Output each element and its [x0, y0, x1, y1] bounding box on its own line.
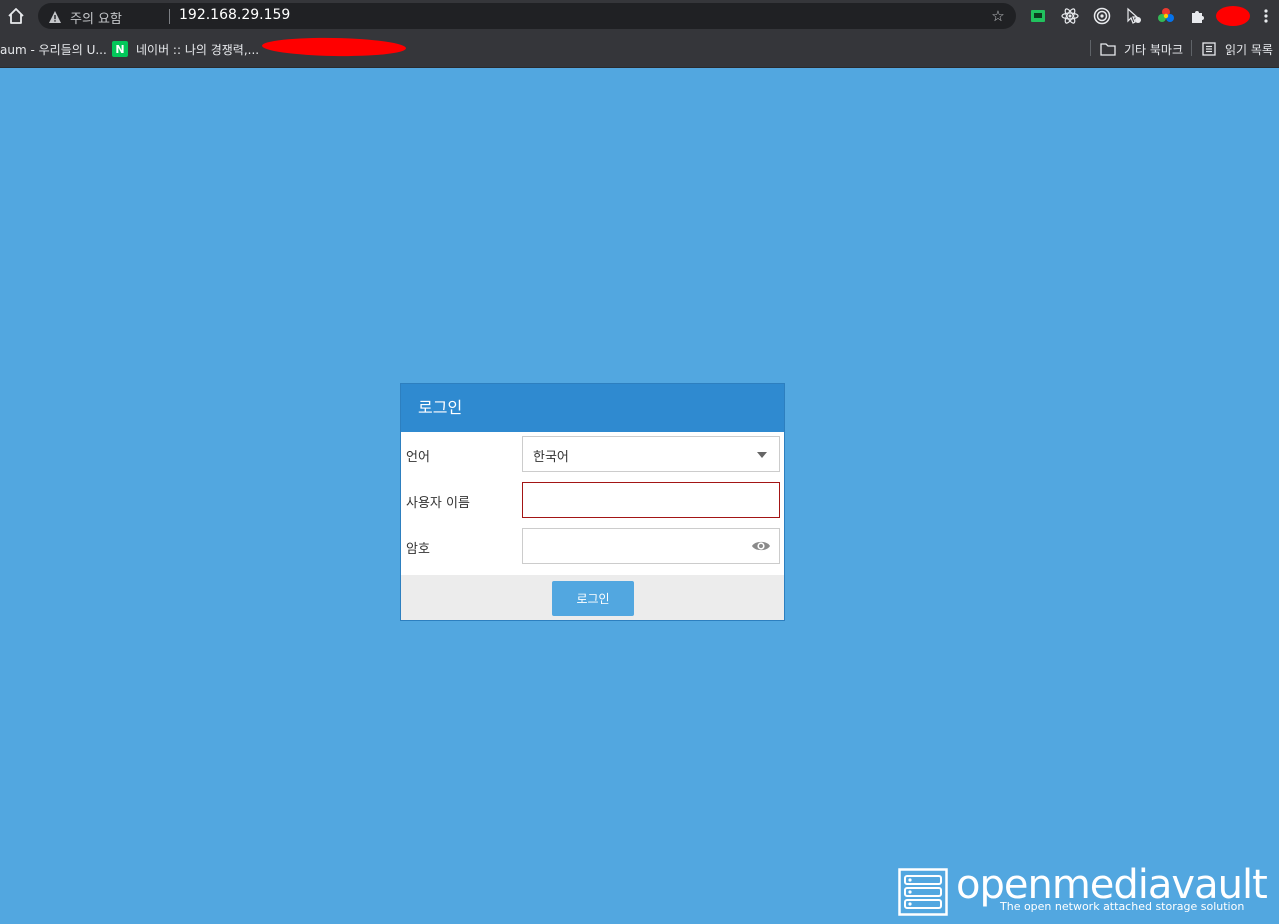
eye-icon[interactable]: [751, 537, 771, 555]
login-dialog: 로그인 언어 한국어 사용자 이름 암호 로그인: [400, 383, 785, 621]
password-label: 암호: [406, 542, 430, 557]
bookmark-daum[interactable]: aum - 우리들의 U...: [0, 40, 107, 58]
language-select[interactable]: 한국어: [522, 436, 780, 472]
brand: openmediavault The open network attached…: [898, 862, 1270, 918]
server-logo-icon: [898, 868, 948, 916]
brand-tagline: The open network attached storage soluti…: [1000, 900, 1245, 913]
menu-dots-icon[interactable]: [1256, 6, 1276, 26]
bookmark-naver-label: 네이버 :: 나의 경쟁력,...: [136, 42, 260, 57]
bookmark-separator: [1090, 40, 1091, 56]
bookmarks-bar: aum - 우리들의 U... N 네이버 :: 나의 경쟁력,... 기타 북…: [0, 32, 1279, 68]
url-text[interactable]: 192.168.29.159: [179, 7, 290, 23]
password-row: 암호: [401, 528, 784, 564]
username-label: 사용자 이름: [406, 496, 470, 511]
warning-icon[interactable]: [48, 9, 62, 23]
extension-bar: [1028, 6, 1273, 26]
username-input[interactable]: [523, 483, 779, 517]
home-icon[interactable]: [4, 4, 28, 28]
language-label: 언어: [406, 450, 430, 465]
puzzle-icon[interactable]: [1188, 6, 1208, 26]
security-label[interactable]: 주의 요함: [70, 8, 122, 27]
username-row: 사용자 이름: [401, 482, 784, 518]
folder-icon: [1100, 43, 1116, 56]
bookmark-naver[interactable]: N 네이버 :: 나의 경쟁력,...: [112, 40, 259, 58]
reading-list[interactable]: 읽기 목록: [1202, 40, 1273, 58]
ext-icon-1[interactable]: [1028, 6, 1048, 26]
target-icon[interactable]: [1092, 6, 1112, 26]
reading-list-label: 읽기 목록: [1225, 42, 1273, 57]
address-separator: [169, 9, 170, 24]
language-value: 한국어: [533, 450, 569, 465]
color-wheel-icon[interactable]: [1156, 6, 1176, 26]
login-footer: 로그인: [401, 575, 784, 620]
reading-list-icon: [1202, 42, 1216, 56]
star-icon[interactable]: ☆: [990, 8, 1006, 24]
login-title: 로그인: [401, 384, 784, 432]
chevron-down-icon[interactable]: [757, 452, 767, 458]
login-button[interactable]: 로그인: [552, 581, 634, 616]
bookmark-other[interactable]: 기타 북마크: [1100, 40, 1183, 58]
other-bookmarks-label: 기타 북마크: [1124, 42, 1184, 57]
bookmark-separator: [1191, 40, 1192, 56]
cursor-icon[interactable]: [1124, 6, 1144, 26]
username-field[interactable]: [522, 482, 780, 518]
language-row: 언어 한국어: [401, 436, 784, 472]
naver-icon: N: [112, 41, 128, 57]
browser-toolbar: 주의 요함 192.168.29.159 ☆: [0, 0, 1279, 32]
react-icon[interactable]: [1060, 6, 1080, 26]
address-bar[interactable]: 주의 요함 192.168.29.159 ☆: [38, 3, 1016, 29]
password-field[interactable]: [522, 528, 780, 564]
password-input[interactable]: [523, 529, 779, 563]
profile-avatar[interactable]: [1215, 6, 1251, 26]
